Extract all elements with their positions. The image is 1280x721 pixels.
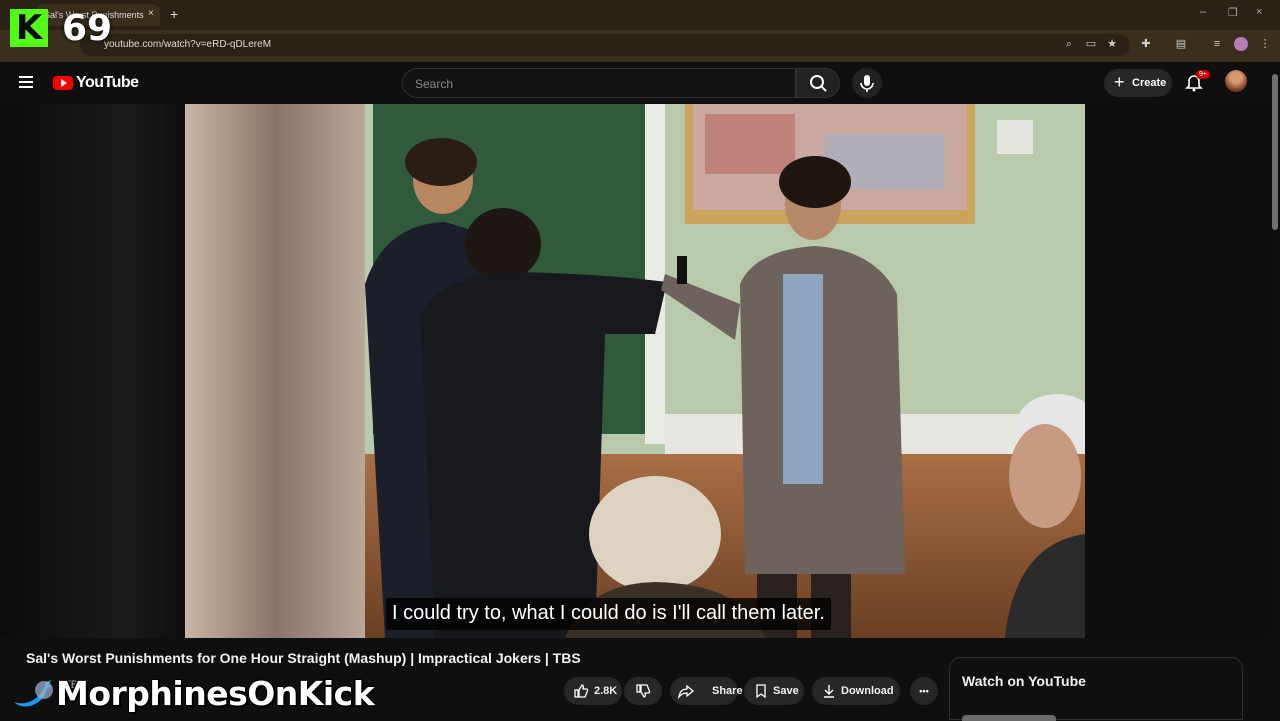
browser-chrome: Sal's Worst Punishments × + – ❐ × youtub…	[0, 0, 1280, 62]
download-button[interactable]: Download	[812, 677, 900, 705]
watch-on-youtube-panel[interactable]: Watch on YouTube	[949, 657, 1243, 721]
download-icon	[824, 685, 834, 698]
search-placeholder: Search	[415, 77, 454, 91]
thumbs-up-icon	[574, 684, 589, 698]
share-label: Share	[712, 685, 743, 697]
thumbs-down-icon	[636, 684, 651, 698]
plus-icon: +	[1114, 72, 1125, 92]
close-window-button[interactable]: ×	[1256, 6, 1262, 18]
notification-badge: 9+	[1196, 70, 1210, 79]
youtube-logo-icon[interactable]	[53, 76, 73, 90]
zoom-icon[interactable]: ⌕	[1062, 37, 1076, 51]
scrollbar-thumb[interactable]	[1272, 74, 1278, 230]
microphone-icon	[860, 75, 874, 92]
media-control-icon[interactable]: ≡	[1210, 37, 1224, 51]
video-player[interactable]	[185, 104, 1085, 638]
minimize-button[interactable]: –	[1200, 6, 1206, 18]
dislike-button[interactable]	[624, 677, 662, 705]
search-icon	[810, 75, 827, 92]
caption-text: I could try to, what I could do is I'll …	[386, 598, 831, 630]
save-label: Save	[773, 685, 799, 697]
bookmark-star-icon[interactable]: ★	[1105, 37, 1119, 51]
like-button[interactable]: 2.8K	[564, 677, 622, 705]
panel-title: Watch on YouTube	[962, 673, 1086, 689]
address-bar[interactable]: youtube.com/watch?v=eRD-qDLereM	[80, 34, 1130, 56]
tab-strip: Sal's Worst Punishments × + – ❐ ×	[0, 0, 1280, 30]
url-text: youtube.com/watch?v=eRD-qDLereM	[104, 39, 272, 50]
create-button[interactable]: + Create	[1104, 69, 1172, 97]
voice-search-button[interactable]	[852, 68, 882, 98]
sidebar-icon[interactable]: ▤	[1174, 37, 1188, 51]
streamer-name-overlay: MorphinesOnKick	[56, 674, 375, 713]
cast-icon[interactable]: ▭	[1084, 37, 1098, 51]
profile-avatar-icon[interactable]	[1234, 37, 1248, 51]
browser-menu-icon[interactable]: ⋮	[1258, 37, 1272, 51]
tab-close-icon[interactable]: ×	[148, 8, 154, 19]
video-frame	[185, 104, 1085, 638]
new-tab-button[interactable]: +	[170, 6, 178, 22]
more-actions-button[interactable]: •••	[910, 677, 938, 705]
bookmark-icon	[756, 684, 766, 699]
search-input[interactable]: Search	[402, 68, 796, 98]
save-button[interactable]: Save	[744, 677, 804, 705]
more-icon: •••	[919, 686, 929, 696]
like-count: 2.8K	[594, 685, 618, 697]
youtube-header: YouTube Search + Create 9+	[0, 62, 1280, 104]
kick-logo-icon: K	[10, 9, 48, 47]
share-arrow-icon	[678, 684, 694, 699]
twitter-bird-icon	[14, 680, 53, 707]
maximize-button[interactable]: ❐	[1228, 6, 1238, 19]
search-button[interactable]	[796, 68, 840, 98]
youtube-logo-text[interactable]: YouTube	[76, 74, 139, 92]
extensions-icon[interactable]: ✚	[1139, 37, 1153, 51]
menu-icon[interactable]	[19, 76, 33, 88]
download-label: Download	[841, 685, 894, 697]
panel-thumbnail[interactable]	[962, 715, 1056, 721]
share-button[interactable]: Share	[670, 677, 743, 705]
create-label: Create	[1132, 77, 1167, 89]
video-title: Sal's Worst Punishments for One Hour Str…	[26, 650, 581, 666]
viewer-count: 69	[62, 8, 113, 49]
account-avatar[interactable]	[1225, 70, 1247, 92]
